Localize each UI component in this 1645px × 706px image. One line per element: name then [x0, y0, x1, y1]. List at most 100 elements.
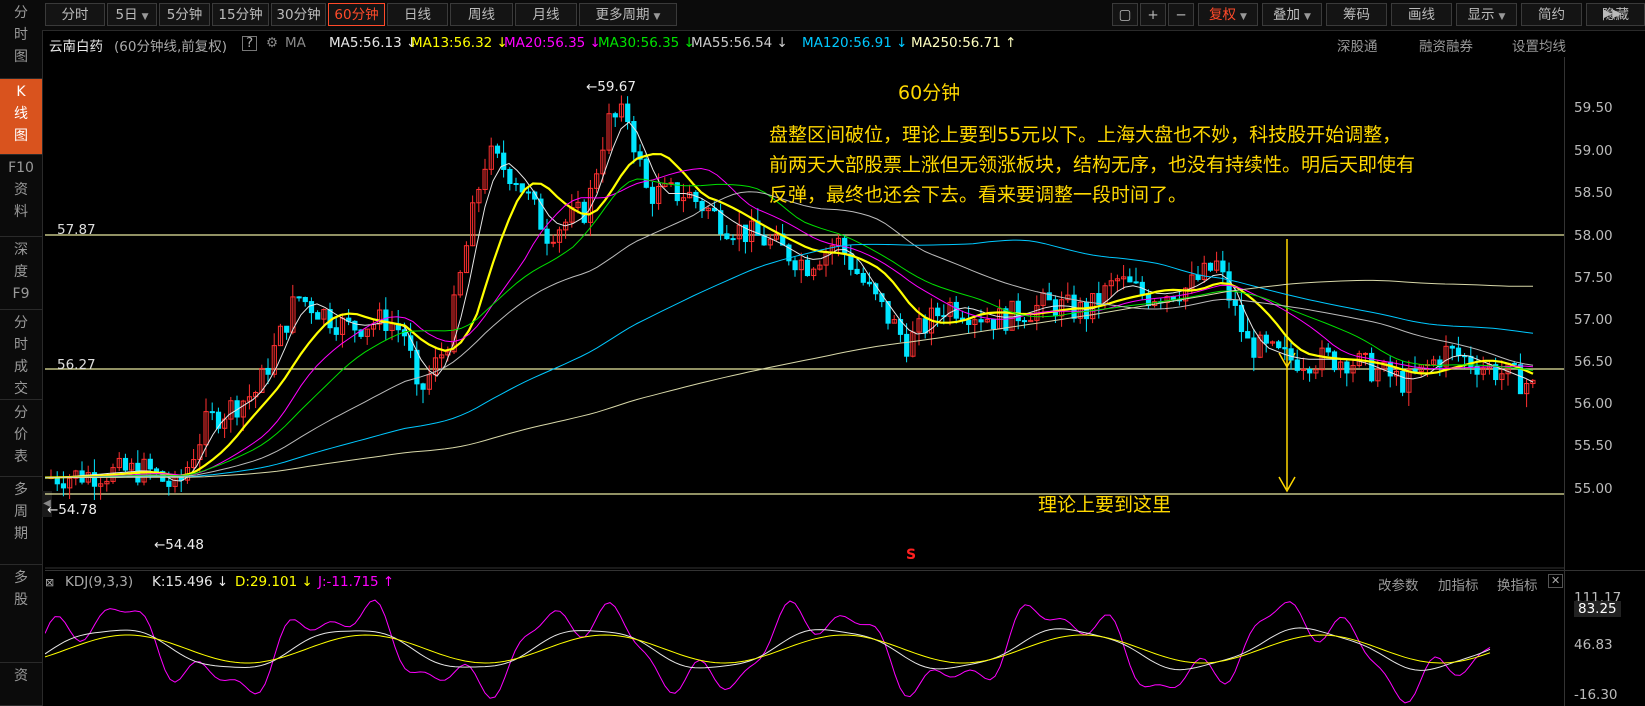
- candle-body: [904, 333, 910, 357]
- sidebar-item-label: 图: [14, 49, 28, 65]
- kdj-j-line: [45, 599, 1491, 704]
- candle-body: [612, 113, 618, 118]
- sidebar-item-label: 交: [14, 381, 28, 397]
- kdj-collapse-icon[interactable]: ⊠: [45, 576, 54, 589]
- period-tab[interactable]: 更多周期 ▼: [579, 3, 677, 26]
- overlay-button-label: 叠加: [1273, 7, 1301, 23]
- link-shengutong[interactable]: 深股通: [1337, 35, 1378, 55]
- gear-icon[interactable]: ⚙: [266, 35, 278, 51]
- candle-body: [1412, 369, 1418, 373]
- sidebar-item[interactable]: 分时图: [0, 0, 42, 79]
- sidebar-item-label: 深: [14, 242, 28, 258]
- period-tab-label: 周线: [468, 7, 495, 23]
- candle-body: [730, 238, 736, 241]
- sidebar-item[interactable]: 资: [0, 663, 42, 706]
- period-tab[interactable]: 5日 ▼: [107, 3, 157, 26]
- ma-value: MA55:56.54 ↓: [691, 35, 788, 51]
- lock-icon: ▢: [1118, 7, 1132, 23]
- candle-body: [1220, 260, 1226, 273]
- period-tab[interactable]: 30分钟: [271, 3, 326, 26]
- sidebar-item-label: 多: [14, 570, 28, 586]
- candle-body: [1052, 299, 1059, 317]
- candle-body: [1288, 348, 1294, 361]
- candle-body: [935, 307, 941, 317]
- sidebar-item-label: K: [16, 84, 26, 100]
- candle-body: [494, 145, 501, 154]
- kdj-tick-label: -16.30: [1574, 687, 1618, 703]
- period-tab[interactable]: 5分钟: [159, 3, 210, 26]
- simple-mode-button[interactable]: 简约: [1521, 3, 1582, 26]
- display-button[interactable]: 显示 ▼: [1456, 3, 1517, 26]
- chart-title-annotation: 60分钟: [898, 82, 961, 104]
- kdj-add-indicator[interactable]: 加指标: [1438, 574, 1479, 594]
- sidebar-item-label: 表: [14, 449, 28, 465]
- help-button[interactable]: ?: [242, 36, 258, 51]
- link-rongzi[interactable]: 融资融券: [1419, 35, 1473, 55]
- note-line: 盘整区间破位，理论上要到55元以下。上海大盘也不妙，科技股开始调整，: [769, 124, 1402, 146]
- candle-body: [649, 186, 656, 204]
- ma-value: MA20:56.35 ↓: [504, 35, 601, 51]
- chart-type-label: (60分钟线,前复权): [114, 39, 228, 55]
- candle-body: [1207, 262, 1214, 271]
- price-tick-label: 57.00: [1574, 312, 1613, 328]
- note-line: 反弹，最终也还会下去。看来要调整一段时间了。: [769, 184, 1188, 206]
- sidebar-item-label: 周: [14, 504, 28, 520]
- kdj-close-button[interactable]: ✕: [1548, 574, 1564, 588]
- period-tab[interactable]: 日线: [387, 3, 448, 26]
- sidebar-item[interactable]: F10 资料: [0, 155, 42, 237]
- candle-body: [1331, 351, 1338, 371]
- candle-body: [978, 319, 984, 323]
- price-tick-label: 55.00: [1574, 481, 1613, 497]
- period-tab-label: 60分钟: [334, 7, 379, 23]
- kdj-switch-indicator[interactable]: 换指标: [1497, 574, 1538, 594]
- sidebar-item-label: 图: [14, 128, 28, 144]
- zoom-out-button[interactable]: −: [1168, 3, 1194, 26]
- candle-body: [643, 158, 649, 188]
- candle-body: [792, 260, 798, 271]
- chips-button[interactable]: 筹码: [1326, 3, 1387, 26]
- candle-body: [718, 210, 724, 235]
- sidebar-item-label: F9: [12, 286, 30, 302]
- chevron-down-icon: ▼: [1240, 12, 1247, 22]
- fuquan-button[interactable]: 复权 ▼: [1198, 3, 1258, 26]
- link-set-ma[interactable]: 设置均线: [1512, 35, 1566, 55]
- candle-body: [1369, 352, 1375, 382]
- sidebar-item[interactable]: 多股: [0, 565, 42, 663]
- sidebar-item-label: 分: [14, 5, 28, 21]
- kdj-j-value: J:-11.715 ↑: [318, 574, 395, 590]
- sidebar-item[interactable]: 多周期: [0, 477, 42, 565]
- overlay-button[interactable]: 叠加 ▼: [1262, 3, 1322, 26]
- sidebar-item-label: 度: [14, 264, 28, 280]
- draw-line-button[interactable]: 画线: [1391, 3, 1452, 26]
- kdj-change-params[interactable]: 改参数: [1378, 574, 1419, 594]
- zoom-out-button-label: −: [1175, 7, 1187, 23]
- sidebar-item-label: 多: [14, 482, 28, 498]
- period-tab[interactable]: 15分钟: [212, 3, 269, 26]
- low-marker: ←54.48: [154, 537, 204, 553]
- period-tab[interactable]: 周线: [450, 3, 513, 26]
- zoom-in-button[interactable]: +: [1140, 3, 1166, 26]
- chevron-down-icon: ▼: [1498, 12, 1506, 22]
- kdj-chart[interactable]: [45, 593, 1564, 706]
- candle-body: [153, 468, 160, 473]
- candle-body: [854, 268, 860, 275]
- chevron-down-icon: ▼: [141, 12, 149, 22]
- period-tab[interactable]: 分时: [45, 3, 105, 26]
- kdj-tick-label: 83.25: [1574, 601, 1621, 617]
- chevron-down-icon: ▼: [1304, 12, 1311, 22]
- kdj-k-line: [45, 627, 1491, 671]
- candle-body: [966, 319, 972, 325]
- sidebar-item[interactable]: 分价表: [0, 400, 42, 477]
- ma-value: MA30:56.35 ↓: [598, 35, 695, 51]
- fast-forward-icon[interactable]: ▶▶: [1603, 6, 1621, 20]
- sidebar-item[interactable]: K线图: [0, 79, 42, 155]
- sidebar-item[interactable]: 分时成交: [0, 310, 42, 400]
- lock-icon[interactable]: ▢: [1112, 3, 1138, 26]
- lower-level-label: 56.27: [57, 357, 96, 373]
- sidebar-item[interactable]: 深度 F9: [0, 237, 42, 310]
- analysis-note: 盘整区间破位，理论上要到55元以下。上海大盘也不妙，科技股开始调整， 前两天大部…: [769, 120, 1569, 210]
- period-tab[interactable]: 月线: [515, 3, 577, 26]
- period-tab[interactable]: 60分钟: [328, 3, 385, 26]
- ma20-line: [45, 167, 1534, 479]
- candle-body: [302, 297, 308, 303]
